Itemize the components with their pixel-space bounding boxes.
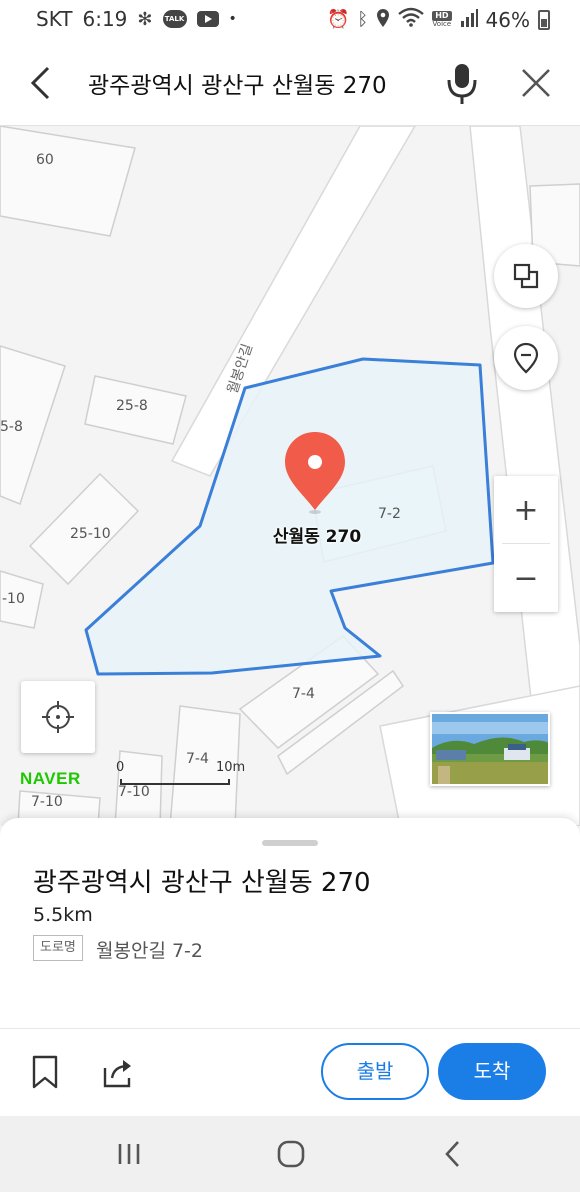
map-view[interactable]: 월봉안길 60 25-8 5-8 25-10 -10 7-2 7-4 7-4 7… [0,126,580,826]
youtube-icon [196,11,219,27]
map-pin-outline-icon [513,342,539,374]
system-back-button[interactable] [428,1134,478,1174]
scale-max-label: 10m [216,760,246,775]
search-query[interactable]: 광주광역시 광산구 산월동 270 [88,66,387,100]
map-marker-icon [285,432,345,514]
building-label: 7-2 [378,506,401,522]
bookmark-button[interactable] [28,1054,62,1090]
recent-apps-icon [118,1144,140,1164]
building-label: 7-10 [118,784,150,800]
voice-label: Voice [432,20,452,28]
clear-search-button[interactable] [514,60,558,106]
microphone-icon [447,64,477,104]
zoom-out-button[interactable]: − [494,544,558,612]
close-icon [522,69,550,97]
status-left: SKT 6:19 ✻ TALK • [36,7,237,31]
signal-icon [460,8,478,32]
building-label: 7-10 [31,794,63,810]
location-icon [376,8,390,32]
system-nav-bar [0,1116,580,1192]
pin-label: 산월동 270 [272,527,362,547]
scale-min-label: 0 [116,760,125,775]
battery-icon [538,9,550,30]
place-marker-button[interactable] [494,326,558,390]
battery-level: 46% [485,7,530,32]
place-distance: 5.5km [33,904,93,926]
hd-voice-icon: HD Voice [432,11,452,28]
zoom-in-button[interactable]: + [494,476,558,544]
home-button[interactable] [266,1134,316,1174]
carrier: SKT [36,7,73,31]
place-title: 광주광역시 광산구 산월동 270 [33,868,371,898]
sheet-divider [0,1028,580,1029]
wifi-icon [398,7,424,32]
building-label: -10 [2,591,25,607]
share-icon [103,1060,131,1088]
layers-icon [513,263,539,289]
home-icon [277,1140,305,1168]
street-view-image [432,714,548,784]
road-address: 월봉안길 7-2 [96,940,203,962]
building-label: 5-8 [0,419,23,435]
road-address-tag: 도로명 [33,935,83,961]
notification-dot: • [228,11,237,27]
depart-button[interactable]: 출발 [321,1043,429,1100]
voice-search-button[interactable] [440,58,484,108]
zoom-control: + − [494,476,558,612]
chevron-left-icon [30,66,50,100]
place-info-sheet: 광주광역시 광산구 산월동 270 5.5km 도로명 월봉안길 7-2 출발 … [0,818,580,1116]
sheet-drag-handle[interactable] [262,840,318,846]
alarm-icon: ⏰ [326,9,350,30]
scale-bar [120,779,230,785]
map-scale: 0 10m [116,760,248,786]
bluetooth-icon: ᛒ [357,9,369,30]
status-bar: SKT 6:19 ✻ TALK • ⏰ ᛒ HD Voice 46% [0,0,580,40]
building-label: 7-4 [292,686,315,702]
building-label: 25-8 [116,398,148,414]
map-layers-button[interactable] [494,244,558,308]
building-label: 60 [36,152,54,168]
status-right: ⏰ ᛒ HD Voice 46% [327,7,550,32]
network-share-icon: ✻ [137,8,153,30]
current-location-button[interactable] [21,681,95,753]
back-button[interactable] [18,58,62,108]
location-pin[interactable] [282,430,348,516]
street-view-thumbnail[interactable] [430,712,550,786]
kakaotalk-icon: TALK [162,10,187,28]
naver-logo: NAVER [20,769,81,788]
share-button[interactable] [100,1054,138,1090]
bookmark-icon [32,1055,58,1089]
building-label: 25-10 [70,526,111,542]
recent-apps-button[interactable] [104,1134,154,1174]
clock: 6:19 [82,7,128,31]
crosshair-icon [42,701,74,733]
arrive-button[interactable]: 도착 [438,1043,546,1100]
search-bar: 광주광역시 광산구 산월동 270 [0,40,580,126]
chevron-left-icon [445,1141,459,1167]
